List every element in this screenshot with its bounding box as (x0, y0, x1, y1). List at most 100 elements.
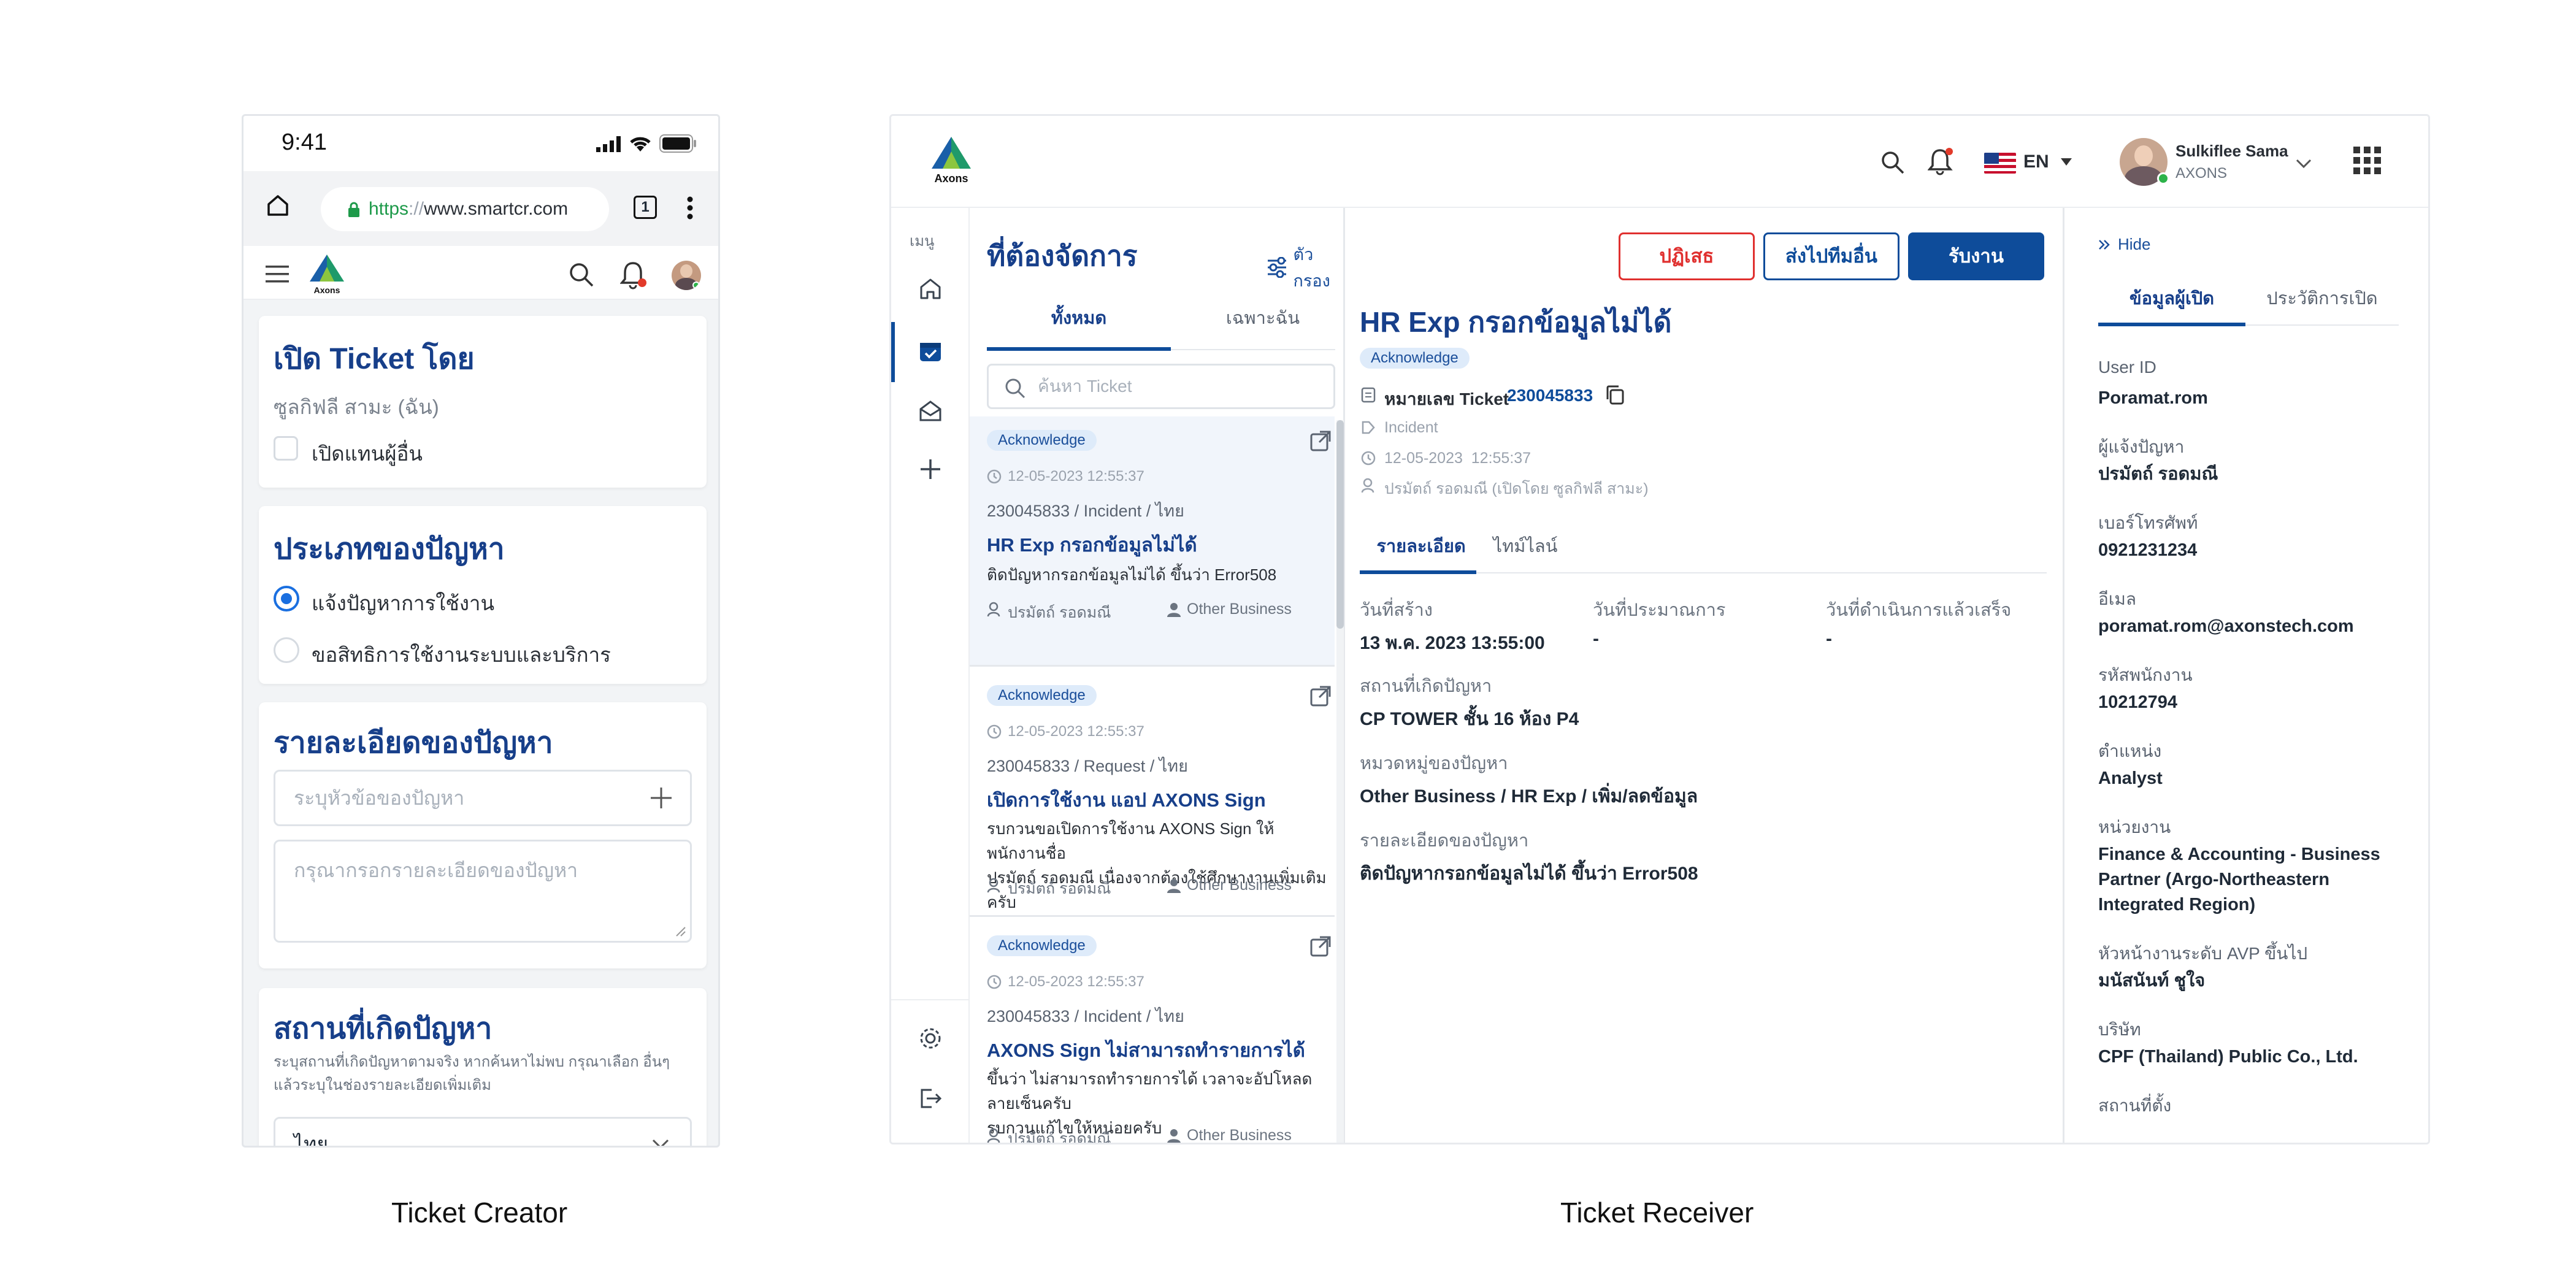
ticket-inbox-icon[interactable] (918, 339, 943, 364)
reject-button[interactable]: ปฏิเสธ (1619, 232, 1755, 280)
detail-textarea[interactable]: กรุณากรอกรายละเอียดของปัญหา (274, 840, 692, 943)
ticket-search-input[interactable]: ค้นหา Ticket (987, 364, 1335, 409)
lang-label[interactable]: EN (2023, 151, 2049, 172)
ticket-datetime: 12-05-2023 12:55:37 (1008, 973, 1144, 990)
radio-request-access[interactable] (274, 637, 299, 663)
supervisor-label: หัวหน้างานระดับ AVP ขึ้นไป (2098, 944, 2308, 963)
plus-icon[interactable] (919, 458, 941, 480)
ticket-item[interactable]: Acknowledge 12-05-2023 12:55:37 23004583… (970, 416, 1335, 667)
ticket-title: HR Exp กรอกข้อมูลไม่ได้ (987, 534, 1197, 556)
apps-grid-icon[interactable] (2353, 147, 2382, 175)
location-label: สถานที่เกิดปัญหา (1360, 677, 1492, 696)
logo-text: Axons (313, 285, 340, 295)
ticket-desc-line: ติดปัญหากรอกข้อมูลไม่ได้ ขึ้นว่า Error50… (987, 565, 1277, 584)
tab-details[interactable]: รายละเอียด (1360, 532, 1482, 560)
hide-button[interactable]: Hide (2098, 235, 2150, 254)
estimate-value: - (1593, 629, 1599, 649)
ticket-item[interactable]: Acknowledge 12-05-2023 12:55:37 23004583… (970, 667, 1335, 917)
sidebar-active-indicator (891, 322, 895, 382)
phone-value: 0921231234 (2098, 540, 2198, 560)
accept-button[interactable]: รับงาน (1908, 232, 2044, 280)
plus-icon[interactable] (650, 786, 673, 810)
scrollbar-thumb[interactable] (1336, 420, 1344, 629)
location-hint-2: แล้วระบุในช่องรายละเอียดเพิ่มเติม (274, 1077, 491, 1094)
opened-by: ปรมัตถ์ รอดมณี (เปิดโดย ซูลกิฟลี สามะ) (1384, 480, 1649, 497)
ticket-item[interactable]: Acknowledge 12-05-2023 12:55:37 23004583… (970, 917, 1335, 1143)
scrollbar-track[interactable] (1336, 420, 1344, 1143)
card-issue-type: ประเภทของปัญหา แจ้งปัญหาการใช้งาน ขอสิทธ… (259, 506, 707, 684)
url-scheme: https (369, 199, 409, 219)
browser-bar: https://www.smartcr.com 1 (243, 171, 718, 246)
tab-timeline[interactable]: ไทม์ไลน์ (1482, 532, 1568, 560)
reporter-icon (987, 1128, 1000, 1143)
status-time: 9:41 (282, 129, 327, 155)
caret-down-icon[interactable] (2060, 158, 2072, 166)
card-location: สถานที่เกิดปัญหา ระบุสถานที่เกิดปัญหาตาม… (259, 988, 707, 1146)
mailbox-icon[interactable] (918, 398, 943, 423)
open-external-icon[interactable] (1309, 935, 1332, 957)
gear-icon[interactable] (918, 1026, 943, 1051)
ticket-no-label: หมายเลข Ticket (1384, 389, 1509, 408)
radio-request-access-label: ขอสิทธิการใช้งานระบบและบริการ (312, 643, 611, 666)
home-icon[interactable] (918, 277, 943, 301)
location-hint-1: ระบุสถานที่เกิดปัญหาตามจริง หากค้นหาไม่พ… (274, 1054, 670, 1070)
user-id-value: Poramat.rom (2098, 388, 2208, 408)
ticket-datetime: 12-05-2023 12:55:37 (1384, 450, 1531, 467)
desktop-frame: Axons EN Sulkiflee Sama AXONS เมนู ที่ต้… (889, 114, 2430, 1144)
tab-count-button[interactable]: 1 (634, 196, 657, 219)
subject-input[interactable]: ระบุหัวข้อของปัญหา (274, 770, 692, 826)
open-for-other-checkbox[interactable] (274, 436, 298, 461)
radio-report-issue[interactable] (274, 586, 299, 611)
location-select[interactable]: ไทย (274, 1117, 692, 1146)
url-field[interactable]: https://www.smartcr.com (321, 187, 609, 231)
ticket-detail-panel: ปฏิเสธ ส่งไปทีมอื่น รับงาน HR Exp กรอกข้… (1345, 208, 2063, 1143)
home-icon[interactable] (266, 193, 290, 218)
ticket-list: Acknowledge 12-05-2023 12:55:37 23004583… (970, 416, 1335, 1143)
search-icon[interactable] (1880, 150, 1905, 175)
ticket-id-line: 230045833 / Incident / ไทย (987, 1007, 1184, 1025)
business-icon (1167, 879, 1181, 893)
logout-icon[interactable] (918, 1086, 943, 1111)
site-label: สถานที่ตั้ง (2098, 1096, 2172, 1115)
ticket-desc-line: ขึ้นว่า ไม่สามารถทำรายการได้ เวลาจะอัปโห… (987, 1070, 1313, 1113)
employee-id-label: รหัสพนักงาน (2098, 665, 2193, 684)
bell-icon[interactable] (1928, 147, 1955, 176)
email-label: อีเมล (2098, 589, 2137, 608)
caption-receiver: Ticket Receiver (1560, 1197, 1754, 1229)
ticket-desc-line: รบกวนขอเปิดการใช้งาน AXONS Sign ให้พนักง… (987, 819, 1275, 862)
tab-mine[interactable]: เฉพาะฉัน (1171, 304, 1355, 332)
hamburger-icon[interactable] (266, 266, 289, 283)
tab-reporter-info[interactable]: ข้อมูลผู้เปิด (2098, 284, 2245, 312)
email-value: poramat.rom@axonstech.com (2098, 616, 2354, 636)
search-icon[interactable] (569, 262, 594, 288)
bell-icon[interactable] (620, 261, 648, 290)
user-org: AXONS (2175, 165, 2228, 182)
tab-all[interactable]: ทั้งหมด (987, 304, 1171, 332)
detail-value: ติดปัญหากรอกข้อมูลไม่ได้ ขึ้นว่า Error50… (1360, 864, 1698, 884)
ticket-id-line: 230045833 / Request / ไทย (987, 757, 1188, 775)
reporter-label: ผู้แจ้งปัญหา (2098, 437, 2185, 456)
resize-handle-icon[interactable] (675, 926, 686, 937)
copy-icon[interactable] (1605, 385, 1625, 405)
business-icon (1167, 1129, 1181, 1143)
logo-text-desktop: Axons (934, 172, 968, 185)
status-badge: Acknowledge (1360, 348, 1470, 369)
status-badge: Acknowledge (987, 935, 1097, 956)
avatar[interactable] (672, 261, 701, 290)
open-external-icon[interactable] (1309, 685, 1332, 707)
ticket-datetime: 12-05-2023 12:55:37 (1008, 468, 1144, 485)
detail-placeholder: กรุณากรอกรายละเอียดของปัญหา (294, 859, 578, 881)
top-bar: Axons EN Sulkiflee Sama AXONS (891, 116, 2428, 208)
location-hint: ระบุสถานที่เกิดปัญหาตามจริง หากค้นหาไม่พ… (274, 1051, 670, 1097)
more-vert-icon[interactable] (686, 196, 694, 220)
ticket-category: Incident (1384, 419, 1438, 436)
created-value: 13 พ.ค. 2023 13:55:00 (1360, 633, 1545, 653)
done-value: - (1826, 629, 1832, 649)
axons-logo-desktop: Axons (923, 134, 979, 190)
tab-open-history[interactable]: ประวัติการเปิด (2245, 284, 2399, 312)
us-flag-icon[interactable] (1984, 153, 2016, 174)
filter-button[interactable]: ตัวกรอง (1267, 241, 1343, 294)
chevron-down-icon[interactable] (2296, 159, 2312, 169)
forward-team-button[interactable]: ส่งไปทีมอื่น (1763, 232, 1899, 280)
open-external-icon[interactable] (1309, 430, 1332, 452)
